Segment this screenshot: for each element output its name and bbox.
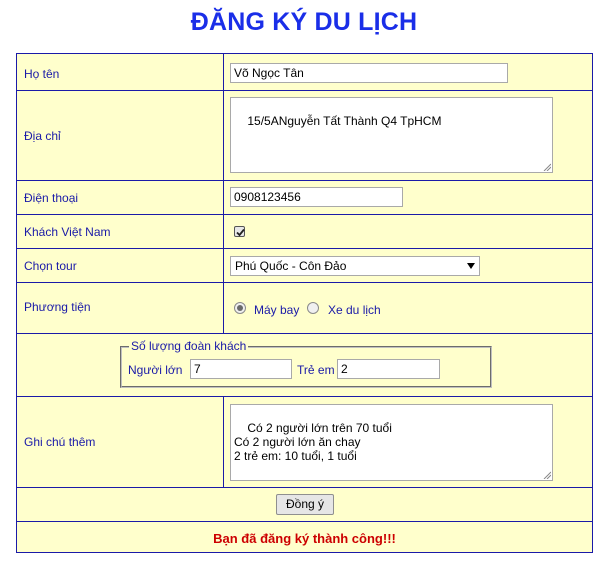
fullname-input[interactable]: Võ Ngọc Tân (230, 63, 508, 83)
address-text: 15/5ANguyễn Tất Thành Q4 TpHCM (247, 114, 442, 128)
address-label: Địa chỉ (24, 129, 61, 143)
phone-input[interactable]: 0908123456 (230, 187, 403, 207)
row-divider (17, 180, 592, 181)
address-textarea[interactable]: 15/5ANguyễn Tất Thành Q4 TpHCM (230, 97, 553, 173)
children-label: Trẻ em (297, 363, 335, 377)
row-divider (17, 214, 592, 215)
transport-radio-bus[interactable] (307, 302, 319, 314)
notes-label: Ghi chú thêm (24, 435, 96, 449)
column-divider (223, 54, 224, 334)
adults-label: Người lớn (128, 363, 183, 377)
fullname-label: Họ tên (24, 67, 60, 81)
row-divider (17, 248, 592, 249)
registration-form: Họ tên Võ Ngọc Tân Địa chỉ 15/5ANguyễn T… (16, 53, 593, 553)
submit-button[interactable]: Đồng ý (276, 494, 334, 515)
transport-option-bus-label[interactable]: Xe du lịch (328, 303, 381, 317)
success-message: Bạn đã đăng ký thành công!!! (213, 531, 396, 546)
vietnamese-guest-checkbox[interactable] (234, 226, 245, 237)
row-divider (17, 333, 592, 334)
resize-grip-icon[interactable] (543, 471, 551, 479)
transport-label: Phương tiện (24, 300, 91, 314)
resize-grip-icon[interactable] (543, 163, 551, 171)
tour-selected-value: Phú Quốc - Côn Đảo (235, 259, 347, 273)
row-divider (17, 90, 592, 91)
children-input[interactable]: 2 (337, 359, 440, 379)
notes-text: Có 2 người lớn trên 70 tuổi Có 2 người l… (234, 421, 392, 463)
vietnamese-guest-label: Khách Việt Nam (24, 225, 111, 239)
tour-label: Chọn tour (24, 259, 77, 273)
column-divider (223, 396, 224, 488)
row-divider (17, 521, 592, 522)
transport-radio-plane[interactable] (234, 302, 246, 314)
checkmark-icon (236, 228, 245, 237)
transport-option-plane-label[interactable]: Máy bay (254, 303, 299, 317)
group-size-legend: Số lượng đoàn khách (129, 339, 249, 353)
phone-label: Điện thoại (24, 191, 79, 205)
adults-input[interactable]: 7 (190, 359, 292, 379)
row-divider (17, 396, 592, 397)
row-divider (17, 282, 592, 283)
notes-textarea[interactable]: Có 2 người lớn trên 70 tuổi Có 2 người l… (230, 404, 553, 481)
dropdown-arrow-icon (467, 263, 475, 269)
tour-select[interactable]: Phú Quốc - Côn Đảo (230, 256, 480, 276)
row-divider (17, 487, 592, 488)
page-title: ĐĂNG KÝ DU LỊCH (190, 8, 418, 36)
